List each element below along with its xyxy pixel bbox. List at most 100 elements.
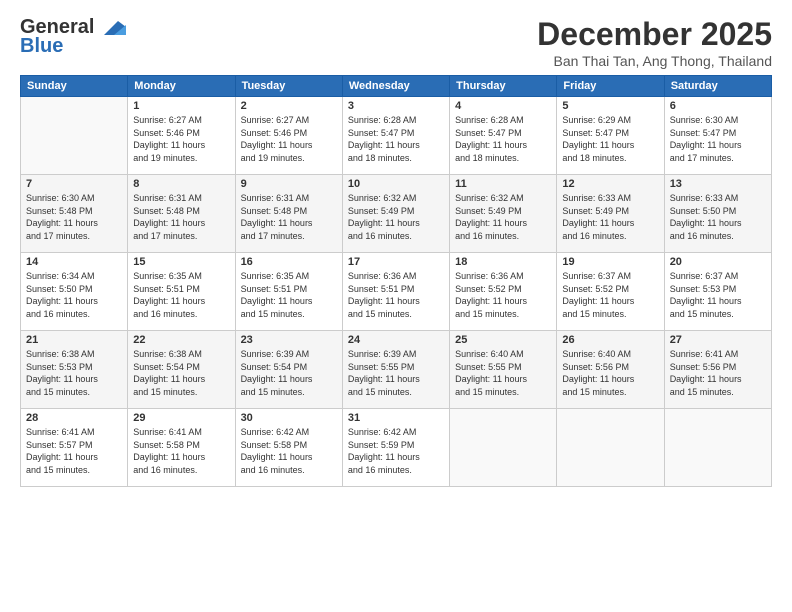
- table-row: 27 Sunrise: 6:41 AM Sunset: 5:56 PM Dayli…: [664, 331, 771, 409]
- day-number: 26: [562, 334, 658, 346]
- table-row: 4 Sunrise: 6:28 AM Sunset: 5:47 PM Daylig…: [450, 97, 557, 175]
- day-number: 10: [348, 178, 444, 190]
- day-info: Sunrise: 6:36 AM Sunset: 5:51 PM Dayligh…: [348, 270, 444, 320]
- table-row: 9 Sunrise: 6:31 AM Sunset: 5:48 PM Daylig…: [235, 175, 342, 253]
- day-info: Sunrise: 6:27 AM Sunset: 5:46 PM Dayligh…: [241, 114, 337, 164]
- logo: General Blue: [20, 16, 126, 58]
- table-row: 13 Sunrise: 6:33 AM Sunset: 5:50 PM Dayli…: [664, 175, 771, 253]
- day-info: Sunrise: 6:32 AM Sunset: 5:49 PM Dayligh…: [455, 192, 551, 242]
- day-info: Sunrise: 6:41 AM Sunset: 5:56 PM Dayligh…: [670, 348, 766, 398]
- day-info: Sunrise: 6:33 AM Sunset: 5:50 PM Dayligh…: [670, 192, 766, 242]
- day-number: 11: [455, 178, 551, 190]
- day-number: 4: [455, 100, 551, 112]
- day-number: 22: [133, 334, 229, 346]
- day-number: 24: [348, 334, 444, 346]
- day-info: Sunrise: 6:28 AM Sunset: 5:47 PM Dayligh…: [348, 114, 444, 164]
- day-number: 28: [26, 412, 122, 424]
- calendar-week-row: 7 Sunrise: 6:30 AM Sunset: 5:48 PM Daylig…: [21, 175, 772, 253]
- day-number: 14: [26, 256, 122, 268]
- table-row: [557, 409, 664, 487]
- calendar-week-row: 1 Sunrise: 6:27 AM Sunset: 5:46 PM Daylig…: [21, 97, 772, 175]
- day-info: Sunrise: 6:27 AM Sunset: 5:46 PM Dayligh…: [133, 114, 229, 164]
- table-row: 30Sunrise: 6:42 AM Sunset: 5:58 PM Dayli…: [235, 409, 342, 487]
- table-row: 11 Sunrise: 6:32 AM Sunset: 5:49 PM Dayli…: [450, 175, 557, 253]
- table-row: [450, 409, 557, 487]
- table-row: 1 Sunrise: 6:27 AM Sunset: 5:46 PM Daylig…: [128, 97, 235, 175]
- day-number: 7: [26, 178, 122, 190]
- table-row: [21, 97, 128, 175]
- day-info: Sunrise: 6:29 AM Sunset: 5:47 PM Dayligh…: [562, 114, 658, 164]
- day-number: 1: [133, 100, 229, 112]
- day-number: 9: [241, 178, 337, 190]
- day-info: Sunrise: 6:38 AM Sunset: 5:54 PM Dayligh…: [133, 348, 229, 398]
- day-info: Sunrise: 6:38 AM Sunset: 5:53 PM Dayligh…: [26, 348, 122, 398]
- header-thursday: Thursday: [450, 76, 557, 97]
- day-info: Sunrise: 6:28 AM Sunset: 5:47 PM Dayligh…: [455, 114, 551, 164]
- day-info: Sunrise: 6:35 AM Sunset: 5:51 PM Dayligh…: [133, 270, 229, 320]
- table-row: 31Sunrise: 6:42 AM Sunset: 5:59 PM Dayli…: [342, 409, 449, 487]
- day-info: Sunrise: 6:30 AM Sunset: 5:47 PM Dayligh…: [670, 114, 766, 164]
- header-monday: Monday: [128, 76, 235, 97]
- day-number: 2: [241, 100, 337, 112]
- day-number: 17: [348, 256, 444, 268]
- day-number: 12: [562, 178, 658, 190]
- calendar-week-row: 21 Sunrise: 6:38 AM Sunset: 5:53 PM Dayli…: [21, 331, 772, 409]
- day-number: 21: [26, 334, 122, 346]
- table-row: 15 Sunrise: 6:35 AM Sunset: 5:51 PM Dayli…: [128, 253, 235, 331]
- table-row: 17 Sunrise: 6:36 AM Sunset: 5:51 PM Dayli…: [342, 253, 449, 331]
- table-row: 21 Sunrise: 6:38 AM Sunset: 5:53 PM Dayli…: [21, 331, 128, 409]
- day-info: Sunrise: 6:34 AM Sunset: 5:50 PM Dayligh…: [26, 270, 122, 320]
- day-number: 13: [670, 178, 766, 190]
- day-info: Sunrise: 6:37 AM Sunset: 5:53 PM Dayligh…: [670, 270, 766, 320]
- day-info: Sunrise: 6:31 AM Sunset: 5:48 PM Dayligh…: [241, 192, 337, 242]
- header-wednesday: Wednesday: [342, 76, 449, 97]
- day-number: 6: [670, 100, 766, 112]
- day-info: Sunrise: 6:31 AM Sunset: 5:48 PM Dayligh…: [133, 192, 229, 242]
- table-row: 26 Sunrise: 6:40 AM Sunset: 5:56 PM Dayli…: [557, 331, 664, 409]
- day-number: 18: [455, 256, 551, 268]
- day-number: 30: [241, 412, 337, 424]
- table-row: 8Sunrise: 6:31 AM Sunset: 5:48 PM Daylig…: [128, 175, 235, 253]
- day-number: 20: [670, 256, 766, 268]
- table-row: 14 Sunrise: 6:34 AM Sunset: 5:50 PM Dayli…: [21, 253, 128, 331]
- table-row: 5 Sunrise: 6:29 AM Sunset: 5:47 PM Daylig…: [557, 97, 664, 175]
- day-info: Sunrise: 6:39 AM Sunset: 5:55 PM Dayligh…: [348, 348, 444, 398]
- calendar-table: Sunday Monday Tuesday Wednesday Thursday…: [20, 75, 772, 487]
- header-tuesday: Tuesday: [235, 76, 342, 97]
- table-row: 28Sunrise: 6:41 AM Sunset: 5:57 PM Dayli…: [21, 409, 128, 487]
- day-info: Sunrise: 6:35 AM Sunset: 5:51 PM Dayligh…: [241, 270, 337, 320]
- table-row: 12 Sunrise: 6:33 AM Sunset: 5:49 PM Dayli…: [557, 175, 664, 253]
- day-number: 3: [348, 100, 444, 112]
- day-number: 23: [241, 334, 337, 346]
- day-info: Sunrise: 6:36 AM Sunset: 5:52 PM Dayligh…: [455, 270, 551, 320]
- table-row: 19 Sunrise: 6:37 AM Sunset: 5:52 PM Dayli…: [557, 253, 664, 331]
- table-row: 16 Sunrise: 6:35 AM Sunset: 5:51 PM Dayli…: [235, 253, 342, 331]
- month-title: December 2025: [537, 16, 772, 53]
- day-number: 5: [562, 100, 658, 112]
- day-number: 27: [670, 334, 766, 346]
- day-info: Sunrise: 6:41 AM Sunset: 5:58 PM Dayligh…: [133, 426, 229, 476]
- table-row: 6 Sunrise: 6:30 AM Sunset: 5:47 PM Daylig…: [664, 97, 771, 175]
- day-info: Sunrise: 6:32 AM Sunset: 5:49 PM Dayligh…: [348, 192, 444, 242]
- day-number: 15: [133, 256, 229, 268]
- day-number: 16: [241, 256, 337, 268]
- header-saturday: Saturday: [664, 76, 771, 97]
- calendar-week-row: 28Sunrise: 6:41 AM Sunset: 5:57 PM Dayli…: [21, 409, 772, 487]
- table-row: 29Sunrise: 6:41 AM Sunset: 5:58 PM Dayli…: [128, 409, 235, 487]
- table-row: 10 Sunrise: 6:32 AM Sunset: 5:49 PM Dayli…: [342, 175, 449, 253]
- day-info: Sunrise: 6:30 AM Sunset: 5:48 PM Dayligh…: [26, 192, 122, 242]
- page-header: General Blue December 2025 Ban Thai Tan,…: [20, 16, 772, 69]
- table-row: [664, 409, 771, 487]
- logo-icon: [96, 17, 126, 39]
- title-block: December 2025 Ban Thai Tan, Ang Thong, T…: [537, 16, 772, 69]
- day-info: Sunrise: 6:37 AM Sunset: 5:52 PM Dayligh…: [562, 270, 658, 320]
- day-number: 19: [562, 256, 658, 268]
- table-row: 24 Sunrise: 6:39 AM Sunset: 5:55 PM Dayli…: [342, 331, 449, 409]
- day-number: 25: [455, 334, 551, 346]
- header-friday: Friday: [557, 76, 664, 97]
- day-info: Sunrise: 6:40 AM Sunset: 5:55 PM Dayligh…: [455, 348, 551, 398]
- day-info: Sunrise: 6:40 AM Sunset: 5:56 PM Dayligh…: [562, 348, 658, 398]
- day-number: 31: [348, 412, 444, 424]
- day-info: Sunrise: 6:33 AM Sunset: 5:49 PM Dayligh…: [562, 192, 658, 242]
- logo-blue: Blue: [20, 35, 63, 58]
